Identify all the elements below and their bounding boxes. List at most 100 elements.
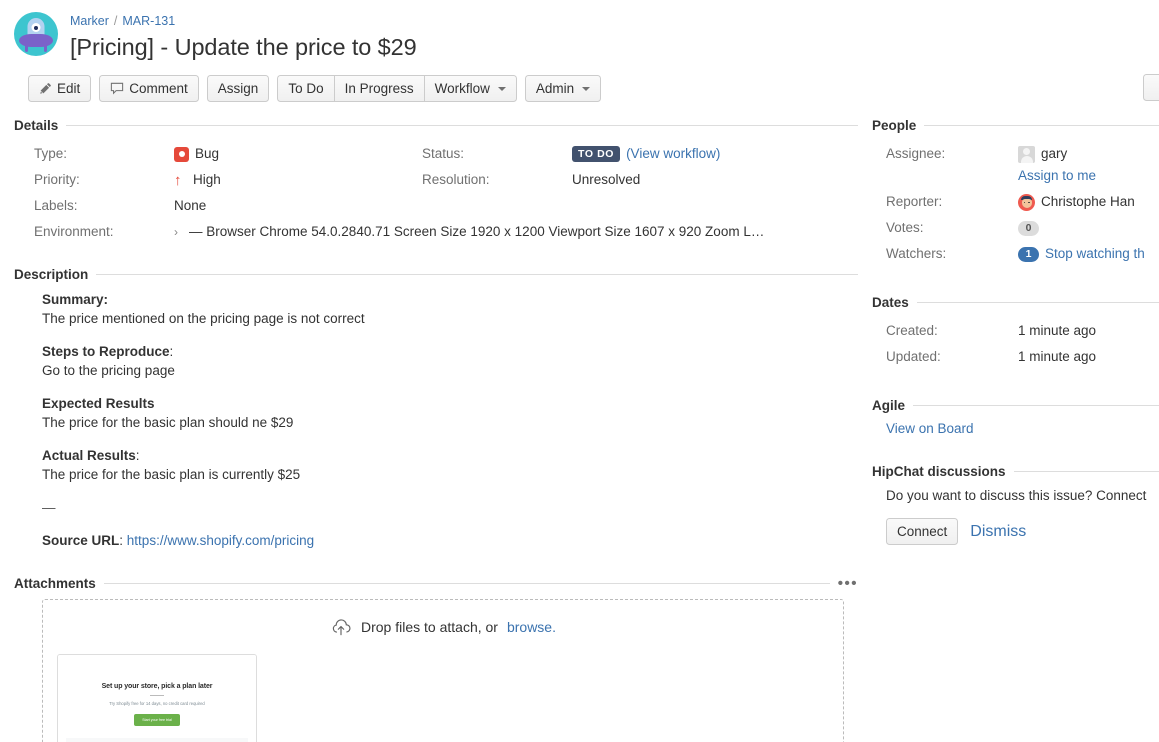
attachment-list: Set up your store, pick a plan later Try… — [43, 636, 843, 742]
type-label: Type: — [14, 141, 174, 167]
assign-to-me-link[interactable]: Assign to me — [1018, 167, 1096, 185]
avatar — [1018, 146, 1035, 163]
description-expected-heading: Expected Results — [42, 396, 155, 411]
created-value: 1 minute ago — [1018, 318, 1159, 344]
description-body: Summary: The price mentioned on the pric… — [14, 290, 858, 550]
votes-label: Votes: — [872, 215, 1018, 241]
description-steps-block: Steps to Reproduce: Go to the pricing pa… — [42, 342, 858, 380]
dates-section-title: Dates — [872, 295, 909, 310]
pencil-icon — [39, 82, 52, 95]
votes-badge: 0 — [1018, 221, 1039, 236]
divider — [104, 583, 830, 584]
description-summary-heading: Summary: — [42, 292, 108, 307]
resolution-label: Resolution: — [422, 167, 572, 193]
chevron-down-icon — [498, 87, 506, 91]
agile-section-header: Agile — [872, 398, 1159, 413]
status-label: Status: — [422, 141, 572, 167]
priority-value-text: High — [193, 171, 221, 189]
cloud-upload-icon — [330, 618, 352, 636]
admin-dropdown-button[interactable]: Admin — [525, 75, 601, 102]
attachment-dropzone[interactable]: Drop files to attach, or browse. Set up … — [42, 599, 844, 742]
attachments-section-header: Attachments ••• — [14, 576, 858, 591]
export-button-clipped[interactable] — [1143, 74, 1159, 101]
view-on-board-link[interactable]: View on Board — [886, 421, 974, 436]
attachments-section-title: Attachments — [14, 576, 96, 591]
page-title: [Pricing] - Update the price to $29 — [70, 32, 1145, 63]
description-summary-block: Summary: The price mentioned on the pric… — [42, 290, 858, 328]
assign-button-label: Assign — [218, 82, 259, 96]
description-divider: — — [42, 498, 858, 517]
bug-icon — [174, 147, 189, 162]
reporter-name: Christophe Han — [1041, 193, 1135, 211]
chevron-right-icon[interactable]: › — [174, 223, 178, 241]
updated-value: 1 minute ago — [1018, 344, 1159, 370]
dropzone-message: Drop files to attach, or browse. — [43, 618, 843, 636]
labels-value: None — [174, 193, 422, 219]
in-progress-transition-label: In Progress — [345, 82, 414, 96]
environment-label: Environment: — [14, 219, 174, 245]
in-progress-transition-button[interactable]: In Progress — [334, 75, 424, 102]
status-badge: TO DO — [572, 146, 620, 162]
description-section-title: Description — [14, 267, 88, 282]
watchers-label: Watchers: — [872, 241, 1018, 267]
assignee-value: gary — [1018, 141, 1159, 167]
details-section-title: Details — [14, 118, 58, 133]
divider — [917, 302, 1159, 303]
reporter-value: Christophe Han — [1018, 189, 1159, 215]
hipchat-connect-button[interactable]: Connect — [886, 518, 958, 545]
breadcrumb-project-link[interactable]: Marker — [70, 14, 109, 28]
source-url-colon: : — [119, 533, 123, 548]
project-avatar-icon[interactable] — [14, 12, 58, 56]
chevron-down-icon — [582, 87, 590, 91]
todo-transition-button[interactable]: To Do — [277, 75, 333, 102]
description-section-header: Description — [14, 267, 858, 282]
description-actual-block: Actual Results: The price for the basic … — [42, 446, 858, 484]
comment-button[interactable]: Comment — [99, 75, 199, 102]
watchers-value: 1 Stop watching th — [1018, 241, 1159, 267]
details-section-header: Details — [14, 118, 858, 133]
source-url-link[interactable]: https://www.shopify.com/pricing — [127, 533, 314, 548]
hipchat-actions: Connect Dismiss — [872, 518, 1159, 545]
resolution-value: Unresolved — [572, 167, 858, 193]
dropzone-text: Drop files to attach, or — [361, 619, 498, 635]
workflow-dropdown-button[interactable]: Workflow — [424, 75, 517, 102]
description-actual-colon: : — [136, 448, 140, 463]
priority-label: Priority: — [14, 167, 174, 193]
thumbnail-subtitle: Try Shopify free for 14 days, no credit … — [58, 701, 256, 706]
divider — [924, 125, 1159, 126]
edit-button[interactable]: Edit — [28, 75, 91, 102]
description-source-url-block: Source URL: https://www.shopify.com/pric… — [42, 531, 858, 550]
description-steps-heading: Steps to Reproduce — [42, 344, 170, 359]
issue-toolbar: Edit Comment Assign To Do In Progress Wo… — [14, 63, 1145, 102]
attachments-more-menu-icon[interactable]: ••• — [838, 581, 858, 587]
breadcrumb-issue-link[interactable]: MAR-131 — [122, 14, 175, 28]
issue-header: Marker/MAR-131 [Pricing] - Update the pr… — [0, 0, 1159, 102]
created-label: Created: — [872, 318, 1018, 344]
arrow-up-icon: ↑ — [174, 173, 187, 188]
workflow-button-group: To Do In Progress Workflow — [277, 75, 517, 102]
assign-to-me-row: Assign to me — [1018, 167, 1159, 189]
votes-value: 0 — [1018, 215, 1159, 241]
assignee-name: gary — [1041, 145, 1067, 163]
attachment-thumbnail[interactable]: Set up your store, pick a plan later Try… — [57, 654, 257, 742]
thumbnail-title: Set up your store, pick a plan later — [58, 683, 256, 690]
assign-button[interactable]: Assign — [207, 75, 270, 102]
edit-button-label: Edit — [57, 82, 80, 96]
watchers-badge: 1 — [1018, 247, 1039, 262]
hipchat-prompt: Do you want to discuss this issue? Conne… — [872, 487, 1159, 505]
view-workflow-link[interactable]: (View workflow) — [626, 145, 720, 163]
people-section-title: People — [872, 118, 916, 133]
description-module: Description Summary: The price mentioned… — [14, 267, 858, 550]
divider — [913, 405, 1159, 406]
reporter-label: Reporter: — [872, 189, 1018, 215]
issue-sidebar: People Assignee: gary Assign to me Repor… — [858, 118, 1159, 742]
browse-link[interactable]: browse. — [507, 619, 556, 635]
divider — [1014, 471, 1159, 472]
environment-value: › — Browser Chrome 54.0.2840.71 Screen S… — [174, 219, 858, 245]
priority-value: ↑ High — [174, 167, 422, 193]
hipchat-dismiss-link[interactable]: Dismiss — [970, 523, 1026, 541]
divider — [96, 274, 858, 275]
description-actual-heading: Actual Results — [42, 448, 136, 463]
labels-label: Labels: — [14, 193, 174, 219]
stop-watching-link[interactable]: Stop watching th — [1045, 245, 1145, 263]
